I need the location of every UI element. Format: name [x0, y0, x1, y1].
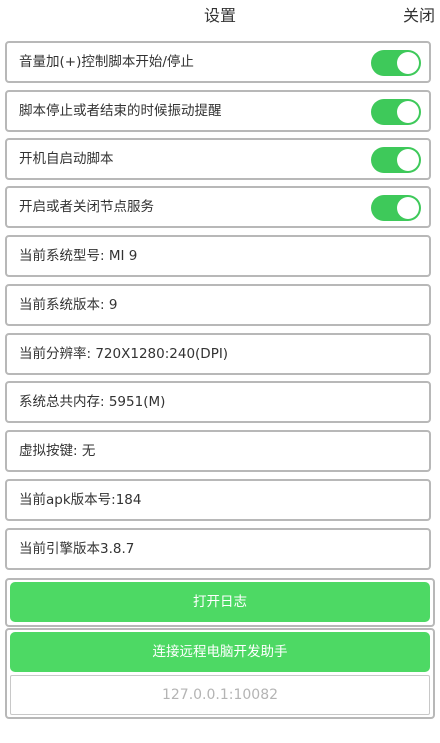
- volume-control-toggle[interactable]: [371, 50, 421, 76]
- info-engine-version: 当前引擎版本3.8.7: [5, 528, 431, 570]
- autostart-toggle[interactable]: [371, 147, 421, 173]
- connect-remote-button[interactable]: 连接远程电脑开发助手: [10, 632, 430, 672]
- node-service-toggle[interactable]: [371, 195, 421, 221]
- header: 设置 关闭: [0, 0, 440, 30]
- open-log-group: 打开日志: [5, 578, 435, 627]
- open-log-button[interactable]: 打开日志: [10, 582, 430, 622]
- remote-address-field[interactable]: 127.0.0.1:10082: [10, 675, 430, 715]
- info-label: 当前apk版本号:184: [19, 492, 142, 508]
- info-system-version: 当前系统版本: 9: [5, 284, 431, 326]
- setting-label: 音量加(+)控制脚本开始/停止: [19, 54, 194, 70]
- toggle-knob: [397, 149, 419, 171]
- setting-label: 开启或者关闭节点服务: [19, 199, 154, 215]
- info-resolution: 当前分辨率: 720X1280:240(DPI): [5, 333, 431, 375]
- setting-vibrate-alert: 脚本停止或者结束的时候振动提醒: [5, 90, 431, 132]
- info-label: 系统总共内存: 5951(M): [19, 394, 166, 410]
- vibrate-alert-toggle[interactable]: [371, 99, 421, 125]
- close-button[interactable]: 关闭: [403, 2, 435, 26]
- info-device-model: 当前系统型号: MI 9: [5, 235, 431, 277]
- remote-dev-group: 连接远程电脑开发助手 127.0.0.1:10082: [5, 628, 435, 719]
- info-label: 当前引擎版本3.8.7: [19, 541, 135, 557]
- info-label: 当前分辨率: 720X1280:240(DPI): [19, 346, 229, 362]
- setting-node-service: 开启或者关闭节点服务: [5, 186, 431, 228]
- setting-label: 脚本停止或者结束的时候振动提醒: [19, 103, 222, 119]
- info-apk-version: 当前apk版本号:184: [5, 479, 431, 521]
- setting-volume-control: 音量加(+)控制脚本开始/停止: [5, 41, 431, 83]
- info-total-memory: 系统总共内存: 5951(M): [5, 381, 431, 423]
- page-title: 设置: [203, 6, 236, 25]
- toggle-knob: [397, 101, 419, 123]
- setting-label: 开机自启动脚本: [19, 151, 114, 167]
- info-label: 当前系统版本: 9: [19, 297, 118, 313]
- info-label: 当前系统型号: MI 9: [19, 248, 138, 264]
- info-label: 虚拟按键: 无: [19, 443, 96, 459]
- info-virtual-keys: 虚拟按键: 无: [5, 430, 431, 472]
- toggle-knob: [397, 197, 419, 219]
- setting-autostart: 开机自启动脚本: [5, 138, 431, 180]
- toggle-knob: [397, 52, 419, 74]
